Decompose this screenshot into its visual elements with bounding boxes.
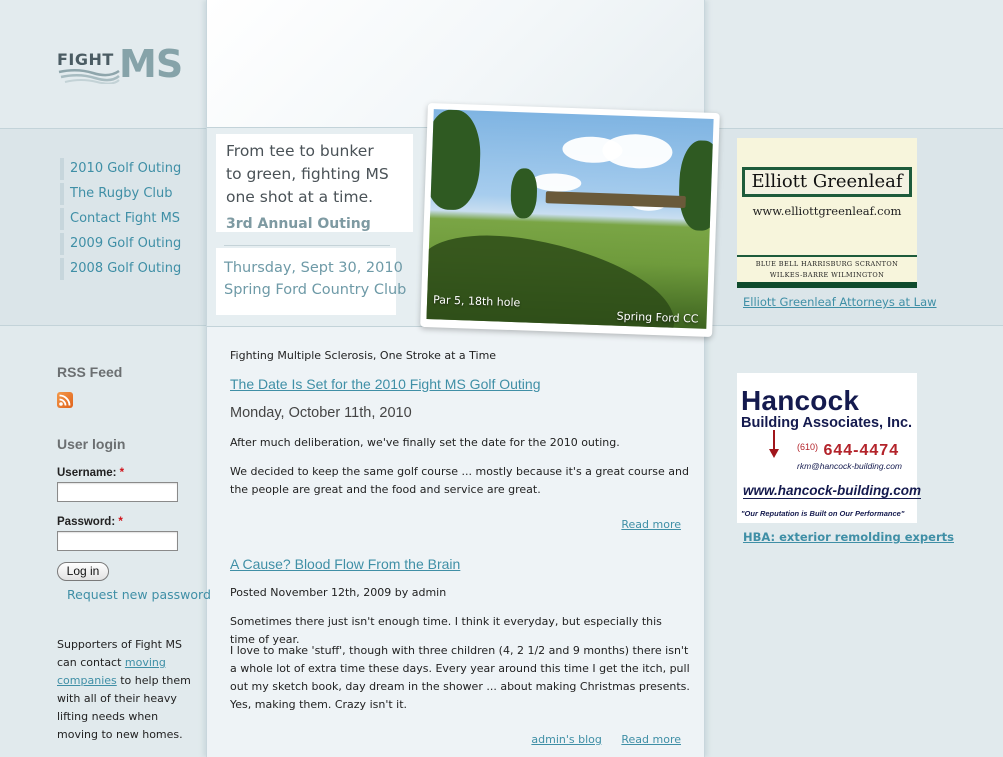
tagline: From tee to bunker to green, fighting MS… <box>226 140 389 209</box>
post-date: Monday, October 11th, 2010 <box>230 405 412 421</box>
nav-item-rugby-club[interactable]: The Rugby Club <box>60 183 181 205</box>
cloud-shape <box>531 172 582 193</box>
tree-shape <box>677 139 714 232</box>
ad-hancock[interactable]: Hancock Building Associates, Inc. (610) … <box>737 373 922 523</box>
user-login-title: User login <box>57 436 126 452</box>
event-info: Thursday, Sept 30, 2010 Spring Ford Coun… <box>216 248 406 315</box>
ad-hba-motto: "Our Reputation is Built on Our Performa… <box>741 509 905 518</box>
username-input[interactable] <box>57 482 178 502</box>
read-more-link[interactable]: Read more <box>621 518 681 531</box>
ad-hba-name: Hancock <box>741 385 860 416</box>
tagline-line: one shot at a time. <box>226 188 374 206</box>
read-more-link[interactable]: Read more <box>621 733 681 746</box>
logo-ms-text: MS <box>119 42 183 86</box>
nav-item-2009-golf-outing[interactable]: 2009 Golf Outing <box>60 233 181 255</box>
ad-hba-email: rkm@hancock-building.com <box>797 461 903 471</box>
login-button[interactable]: Log in <box>57 562 109 581</box>
nav-item-2010-golf-outing[interactable]: 2010 Golf Outing <box>60 158 181 180</box>
ad-hba-phone: (610) 644-4474 <box>797 442 899 460</box>
cloud-shape <box>601 133 674 170</box>
ad-eg-url: www.elliottgreenleaf.com <box>752 204 902 218</box>
post-paragraph: I love to make 'stuff', though with thre… <box>230 644 690 711</box>
tree-shape <box>426 109 482 211</box>
ad-eg-cities: WILKES-BARRE WILMINGTON <box>769 271 885 279</box>
ad-eg-bar <box>737 282 917 288</box>
site-logo[interactable]: FIGHT MS <box>57 42 192 90</box>
password-label: Password: * <box>57 516 123 528</box>
phone-number: 644-4474 <box>823 442 900 459</box>
nav-item-2008-golf-outing[interactable]: 2008 Golf Outing <box>60 258 181 280</box>
ad-eg-name: Elliott Greenleaf <box>742 167 912 197</box>
ad-hba-subname: Building Associates, Inc. <box>741 415 913 431</box>
ad-elliott-greenleaf[interactable]: Elliott Greenleaf www.elliottgreenleaf.c… <box>737 138 917 288</box>
required-marker: * <box>118 516 123 528</box>
post-links: admin's blog Read more <box>515 733 681 746</box>
tagline-line: to green, fighting MS <box>226 165 389 183</box>
post-paragraph: We decided to keep the same golf course … <box>230 465 689 496</box>
ad-hba-web: www.hancock-building.com <box>743 483 922 499</box>
annual-outing-label: 3rd Annual Outing <box>226 216 371 232</box>
post-paragraph: After much deliberation, we've finally s… <box>230 436 620 449</box>
supporters-text: Supporters of Fight MS can contact movin… <box>57 636 197 744</box>
admins-blog-link[interactable]: admin's blog <box>531 733 601 746</box>
golf-course-photo: Par 5, 18th hole Spring Ford CC <box>420 102 720 338</box>
logo-fight-text: FIGHT <box>57 50 114 69</box>
required-marker: * <box>119 467 125 479</box>
event-date: Thursday, Sept 30, 2010 <box>224 260 403 276</box>
password-input[interactable] <box>57 531 178 551</box>
tagline-line: From tee to bunker <box>226 142 374 160</box>
ad-eg-cities: BLUE BELL HARRISBURG SCRANTON <box>755 260 899 268</box>
primary-nav: 2010 Golf Outing The Rugby Club Contact … <box>60 158 181 283</box>
photo-image: Par 5, 18th hole Spring Ford CC <box>426 109 714 329</box>
event-venue: Spring Ford Country Club <box>224 282 407 298</box>
post-links: Read more <box>605 518 681 531</box>
post-title-link[interactable]: A Cause? Blood Flow From the Brain <box>230 556 460 572</box>
treeline-shape <box>545 191 686 209</box>
username-label-text: Username: <box>57 467 117 479</box>
password-label-text: Password: <box>57 516 116 528</box>
tagline-box: From tee to bunker to green, fighting MS… <box>216 134 413 232</box>
ad-eg-rule <box>737 255 917 257</box>
post-title-link[interactable]: The Date Is Set for the 2010 Fight MS Go… <box>230 376 541 392</box>
banner-divider <box>224 245 390 246</box>
request-new-password-link[interactable]: Request new password <box>67 587 211 602</box>
ad-hba-link[interactable]: HBA: exterior remolding experts <box>743 530 954 544</box>
arrowhead-icon <box>769 449 779 458</box>
rss-feed-title: RSS Feed <box>57 364 123 380</box>
nav-item-contact[interactable]: Contact Fight MS <box>60 208 181 230</box>
tree-shape <box>510 167 538 219</box>
site-slogan: Fighting Multiple Sclerosis, One Stroke … <box>230 349 497 362</box>
area-code: (610) <box>797 442 819 452</box>
ad-eg-link[interactable]: Elliott Greenleaf Attorneys at Law <box>743 295 937 309</box>
wave-icon <box>58 69 120 84</box>
post-meta: Posted November 12th, 2009 by admin <box>230 586 447 599</box>
rss-feed-icon[interactable] <box>57 392 73 408</box>
username-label: Username: * <box>57 467 124 479</box>
